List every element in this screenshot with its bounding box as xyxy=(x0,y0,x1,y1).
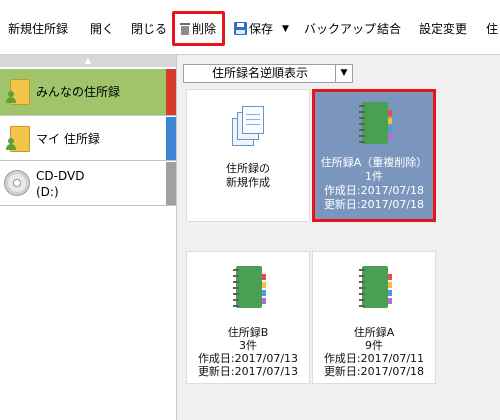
settings-button[interactable]: 設定変更 xyxy=(419,18,467,38)
close-label: 閉じる xyxy=(131,21,168,36)
new-address-book-card[interactable]: 住所録の 新規作成 xyxy=(186,89,310,222)
card-count: 1件 xyxy=(365,170,383,183)
card-created-date: 作成日:2017/07/13 xyxy=(197,352,299,365)
toolbar: 新規住所録 開く 閉じる 削除 保存 ▼ バックアップ 結合 設定変更 住 xyxy=(0,0,500,55)
card-count: 3件 xyxy=(239,339,257,352)
triangle-down-icon: ▼ xyxy=(282,23,289,34)
delete-highlight-frame xyxy=(172,11,225,46)
card-name: 住所録A（重複削除） xyxy=(320,156,428,169)
card-count: 9件 xyxy=(365,339,383,352)
sidebar-scroll-up[interactable]: ▲ xyxy=(0,55,176,67)
sidebar-item-everyone[interactable]: みんなの住所録 xyxy=(0,69,176,116)
address-book-grid: 住所録名逆順表示 ▼ 住所録の 新規作成 住所録A（重複削除） 1件 作成日:2… xyxy=(177,55,500,420)
chevron-down-icon[interactable]: ▼ xyxy=(335,65,352,82)
sort-order-select[interactable]: 住所録名逆順表示 ▼ xyxy=(183,64,353,83)
sidebar-color-stripe xyxy=(166,117,176,160)
merge-button[interactable]: 結合 xyxy=(377,18,401,38)
card-title: 住所録の xyxy=(226,162,270,175)
card-updated-date: 更新日:2017/07/13 xyxy=(197,365,299,378)
personal-folder-icon xyxy=(6,126,30,152)
address-book-card-selected[interactable]: 住所録A（重複削除） 1件 作成日:2017/07/18 更新日:2017/07… xyxy=(312,89,436,222)
card-created-date: 作成日:2017/07/18 xyxy=(323,184,425,197)
floppy-disk-icon xyxy=(234,22,247,35)
triangle-up-icon: ▲ xyxy=(84,56,92,65)
notebook-icon xyxy=(358,102,392,146)
shared-folder-icon xyxy=(6,79,30,105)
card-updated-date: 更新日:2017/07/18 xyxy=(323,198,425,211)
card-subtitle: 新規作成 xyxy=(226,176,270,189)
save-button[interactable]: 保存 xyxy=(234,18,273,38)
notebook-icon xyxy=(358,266,392,310)
merge-label: 結合 xyxy=(377,21,402,36)
sidebar-color-stripe xyxy=(166,162,176,205)
new-address-book-label: 新規住所録 xyxy=(8,21,69,36)
backup-label: バックアップ xyxy=(304,21,377,36)
sidebar-item-label: マイ 住所録 xyxy=(36,132,100,146)
open-label: 開く xyxy=(90,21,115,36)
overflow-label: 住 xyxy=(486,21,499,36)
notebook-icon xyxy=(232,266,266,310)
sidebar-item-cd-dvd[interactable]: CD-DVD (D:) xyxy=(0,162,176,206)
sidebar-item-mine[interactable]: マイ 住所録 xyxy=(0,117,176,161)
card-name: 住所録A xyxy=(353,326,395,339)
save-label: 保存 xyxy=(249,21,274,36)
sidebar-color-stripe xyxy=(166,69,176,115)
settings-label: 設定変更 xyxy=(419,21,468,36)
address-book-card[interactable]: 住所録A 9件 作成日:2017/07/11 更新日:2017/07/18 xyxy=(312,251,436,384)
sidebar-item-label: CD-DVD xyxy=(36,169,85,183)
open-button[interactable]: 開く xyxy=(90,18,114,38)
backup-button[interactable]: バックアップ xyxy=(304,18,376,38)
address-book-card[interactable]: 住所録B 3件 作成日:2017/07/13 更新日:2017/07/13 xyxy=(186,251,310,384)
sort-order-value: 住所録名逆順表示 xyxy=(211,66,308,80)
card-name: 住所録B xyxy=(227,326,269,339)
sidebar-item-sublabel: (D:) xyxy=(36,185,59,199)
overflow-button[interactable]: 住 xyxy=(486,18,498,38)
sidebar: ▲ みんなの住所録 マイ 住所録 CD-DVD (D:) xyxy=(0,55,177,420)
close-button[interactable]: 閉じる xyxy=(131,18,167,38)
new-document-icon xyxy=(232,106,264,148)
new-address-book-button[interactable]: 新規住所録 xyxy=(8,18,68,38)
card-created-date: 作成日:2017/07/11 xyxy=(323,352,425,365)
save-dropdown-button[interactable]: ▼ xyxy=(282,18,289,38)
sidebar-item-label: みんなの住所録 xyxy=(36,85,121,99)
disc-icon xyxy=(4,170,30,196)
card-updated-date: 更新日:2017/07/18 xyxy=(323,365,425,378)
